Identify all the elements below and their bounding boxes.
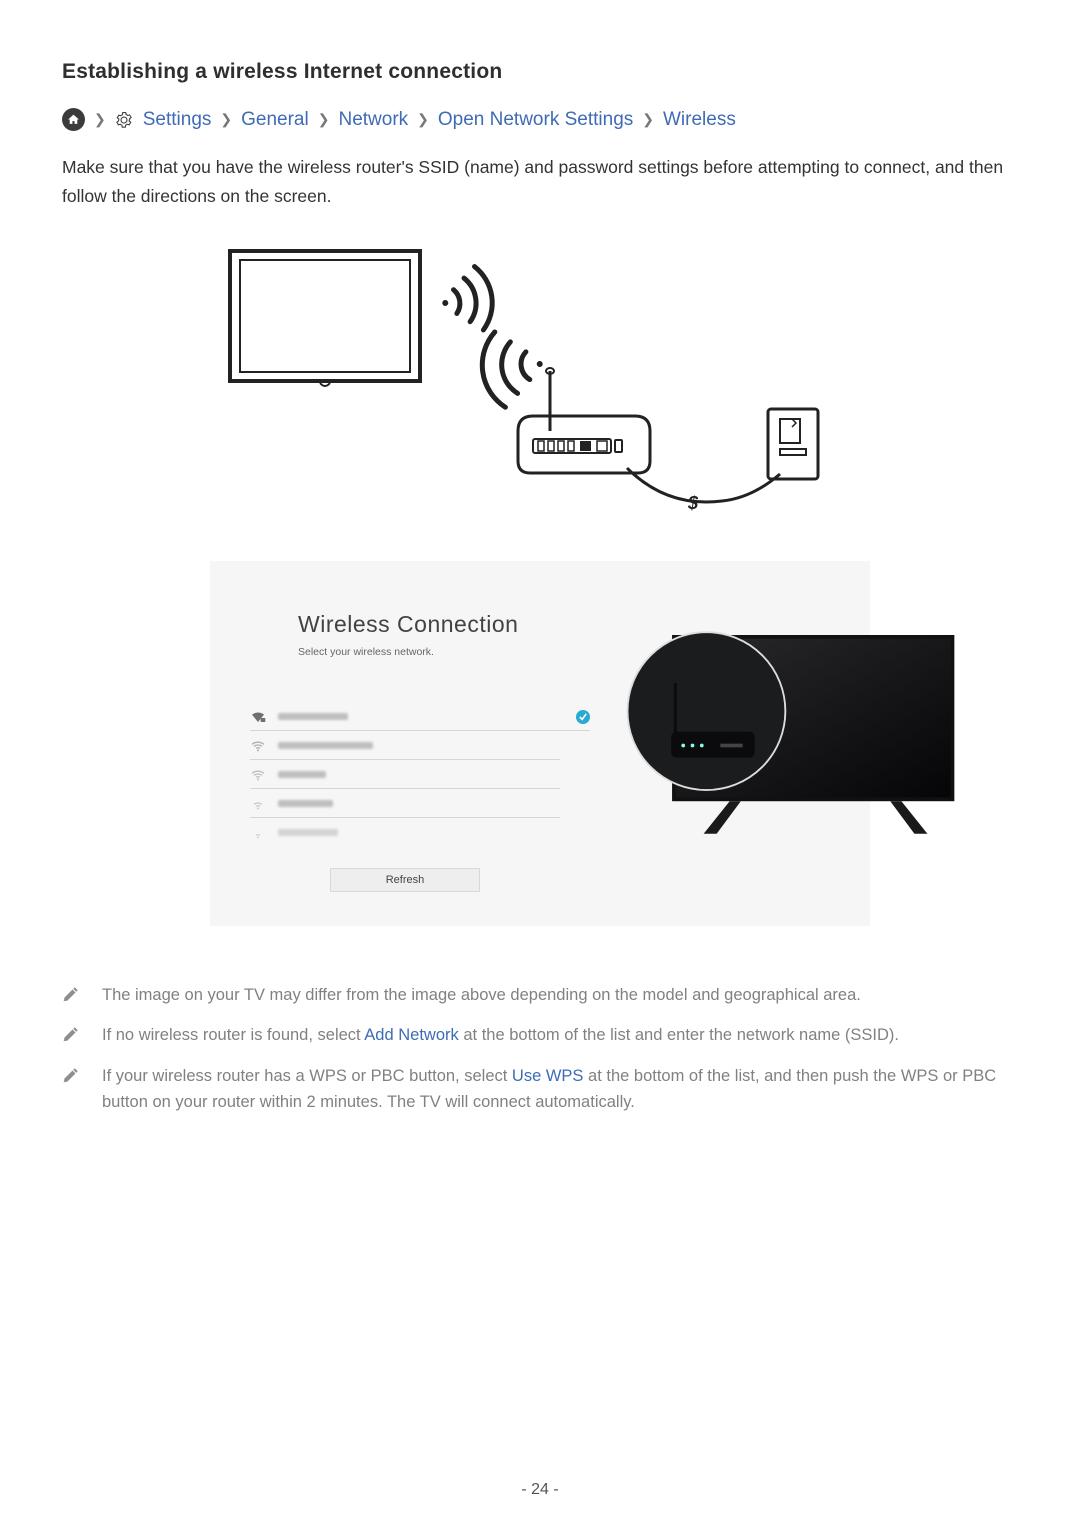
section-title: Establishing a wireless Internet connect…: [62, 60, 1018, 84]
note-1: The image on your TV may differ from the…: [62, 982, 1018, 1008]
refresh-button[interactable]: Refresh: [330, 868, 480, 892]
tv-illustration: [620, 609, 960, 869]
wifi-icon: [250, 797, 266, 811]
connection-diagram: $: [220, 241, 860, 521]
wifi-icon: [250, 826, 266, 840]
breadcrumb-settings[interactable]: Settings: [143, 109, 212, 131]
chevron-right-icon: ❯: [318, 111, 330, 128]
breadcrumb-general[interactable]: General: [241, 109, 309, 131]
network-item-2[interactable]: [250, 731, 560, 760]
note-2: If no wireless router is found, select A…: [62, 1022, 1018, 1048]
gear-icon: [115, 110, 134, 129]
network-item-4[interactable]: [250, 789, 560, 818]
breadcrumb-wireless[interactable]: Wireless: [663, 109, 736, 131]
intro-text: Make sure that you have the wireless rou…: [62, 153, 1018, 211]
use-wps-link[interactable]: Use WPS: [512, 1067, 584, 1085]
network-item-1[interactable]: [250, 702, 590, 731]
wifi-lock-icon: [250, 710, 266, 724]
page-number: - 24 -: [521, 1481, 558, 1499]
pencil-icon: [62, 1066, 80, 1089]
chevron-right-icon: ❯: [642, 111, 654, 128]
chevron-right-icon: ❯: [417, 111, 429, 128]
note-text: If your wireless router has a WPS or PBC…: [102, 1063, 1018, 1116]
note-3: If your wireless router has a WPS or PBC…: [62, 1063, 1018, 1116]
add-network-link[interactable]: Add Network: [364, 1026, 458, 1044]
note-text: If no wireless router is found, select A…: [102, 1022, 899, 1048]
chevron-right-icon: ❯: [94, 111, 106, 128]
svg-text:$: $: [687, 493, 699, 513]
note-text: The image on your TV may differ from the…: [102, 982, 861, 1008]
breadcrumb-network[interactable]: Network: [338, 109, 408, 131]
home-icon: [62, 108, 85, 131]
network-item-3[interactable]: [250, 760, 560, 789]
breadcrumb: ❯ Settings ❯ General ❯ Network ❯ Open Ne…: [62, 108, 1018, 131]
pencil-icon: [62, 985, 80, 1008]
wifi-icon: [250, 768, 266, 782]
pencil-icon: [62, 1025, 80, 1048]
check-icon: [576, 710, 590, 724]
wifi-icon: [250, 739, 266, 753]
chevron-right-icon: ❯: [220, 111, 232, 128]
breadcrumb-open-net[interactable]: Open Network Settings: [438, 109, 633, 131]
tv-ui-wireless-connection: Wireless Connection Select your wireless…: [210, 561, 870, 926]
network-item-5[interactable]: [250, 818, 560, 846]
